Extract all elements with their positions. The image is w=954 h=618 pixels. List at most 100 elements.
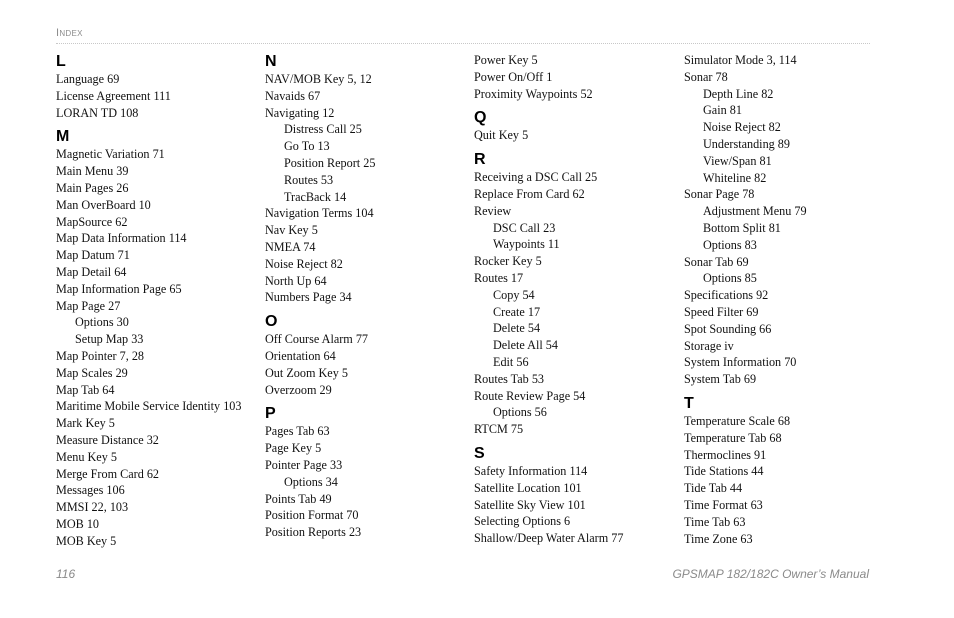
index-subentry: Options 85: [703, 271, 757, 286]
manual-title: GPSMAP 182/182C Owner’s Manual: [672, 567, 869, 581]
index-entry: Navigation Terms 104: [265, 206, 374, 221]
index-section-m: M Magnetic Variation 71 Main Menu 39 Main P…: [56, 127, 256, 549]
index-entry: Navigating 12: [265, 105, 335, 120]
index-entry: NMEA 74: [265, 239, 316, 254]
index-entry: RTCM 75: [474, 422, 524, 437]
index-entry: Numbers Page 34: [265, 290, 352, 305]
index-entry: Temperature Scale 68: [684, 413, 791, 428]
index-subentry: Adjustment Menu 79: [703, 204, 807, 219]
index-column-1: L Language 69 License Agreement 111 LORAN T…: [56, 52, 256, 550]
index-entry: Orientation 64: [265, 348, 336, 363]
index-entry: Sonar Page 78: [684, 187, 755, 202]
index-section-r: R Receiving a DSC Call 25 Replace From Car…: [474, 150, 674, 438]
index-entry: Noise Reject 82: [265, 256, 343, 271]
index-section-continued: Simulator Mode 3, 114 Sonar 78 Depth Line …: [684, 52, 884, 388]
section-letter-heading: P: [265, 405, 276, 423]
index-entry: Language 69: [56, 72, 120, 86]
index-entry: License Agreement 111: [56, 88, 171, 103]
index-entry: Temperature Tab 68: [684, 430, 782, 445]
index-entry: Routes Tab 53: [474, 371, 545, 386]
index-entry: Overzoom 29: [265, 382, 332, 397]
header-dotted-rule: [56, 43, 870, 44]
index-entry: Tide Tab 44: [684, 481, 743, 496]
index-entry: Measure Distance 32: [56, 432, 159, 447]
index-entry: Sonar 78: [684, 69, 728, 84]
index-subentry: Distress Call 25: [284, 122, 362, 137]
index-subentry: Noise Reject 82: [703, 120, 781, 135]
index-subentry: Copy 54: [493, 287, 535, 302]
index-entry: Review: [474, 203, 512, 218]
index-entry: Quit Key 5: [474, 128, 529, 143]
index-subentry: Routes 53: [284, 172, 334, 187]
section-letter-heading: Q: [474, 109, 487, 127]
index-section-p: P Pages Tab 63 Page Key 5 Pointer Page 33 Op…: [265, 404, 465, 541]
index-subentry: Go To 13: [284, 139, 330, 154]
index-section-s: S Safety Information 114 Satellite Locatio…: [474, 444, 674, 547]
section-letter-heading: N: [265, 53, 277, 70]
index-entry: Navaids 67: [265, 88, 321, 103]
index-subentry: Delete All 54: [493, 338, 558, 353]
index-subentry: DSC Call 23: [493, 220, 556, 235]
index-entry: Receiving a DSC Call 25: [474, 170, 598, 185]
index-entry: Thermoclines 91: [684, 447, 767, 462]
index-subentry: Options 56: [493, 405, 547, 420]
index-entry: Map Data Information 114: [56, 231, 187, 246]
index-entry: Route Review Page 54: [474, 388, 586, 403]
index-entry: Speed Filter 69: [684, 304, 759, 319]
section-letter-heading: L: [56, 53, 66, 70]
index-entry: System Tab 69: [684, 372, 757, 387]
index-subentry: Setup Map 33: [75, 332, 144, 347]
index-subentry: Understanding 89: [703, 136, 790, 151]
index-entry: Map Detail 64: [56, 264, 127, 279]
index-subentry: View/Span 81: [703, 153, 772, 168]
index-column-2: N NAV/MOB Key 5, 12 Navaids 67 Navigating 1…: [265, 52, 465, 541]
index-entry: Replace From Card 62: [474, 186, 585, 201]
index-entry: Simulator Mode 3, 114: [684, 53, 797, 67]
index-entry: Merge From Card 62: [56, 466, 160, 481]
index-entry: LORAN TD 108: [56, 105, 139, 120]
index-subentry: Options 30: [75, 315, 129, 330]
index-entry: Man OverBoard 10: [56, 197, 151, 212]
section-letter-heading: O: [265, 313, 278, 331]
index-entry: Pointer Page 33: [265, 457, 343, 472]
page-number: 116: [56, 567, 76, 581]
index-subentry: Options 34: [284, 474, 338, 489]
index-subentry: Options 83: [703, 237, 757, 252]
index-entry: Mark Key 5: [56, 416, 115, 431]
index-section-q: Q Quit Key 5: [474, 108, 674, 144]
index-entry: Position Format 70: [265, 508, 359, 523]
index-column-3: Power Key 5 Power On/Off 1 Proximity Waypo…: [474, 52, 674, 547]
index-entry: Routes 17: [474, 270, 524, 285]
index-subentry: Create 17: [493, 304, 541, 319]
section-letter-heading: R: [474, 151, 486, 169]
index-entry: Map Datum 71: [56, 248, 130, 263]
index-section-t: T Temperature Scale 68 Temperature Tab 68 T…: [684, 394, 884, 547]
index-entry: MapSource 62: [56, 214, 128, 229]
index-entry: Off Course Alarm 77: [265, 332, 369, 347]
index-subentry: Delete 54: [493, 321, 541, 336]
index-entry: Satellite Location 101: [474, 480, 582, 495]
index-section-continued: Power Key 5 Power On/Off 1 Proximity Waypo…: [474, 52, 674, 102]
index-entry: Points Tab 49: [265, 491, 332, 506]
index-subentry: Position Report 25: [284, 155, 376, 170]
section-letter-heading: T: [684, 394, 694, 412]
index-entry: Rocker Key 5: [474, 254, 542, 269]
index-entry: Main Pages 26: [56, 180, 129, 195]
index-entry: Page Key 5: [265, 441, 322, 456]
index-entry: Specifications 92: [684, 288, 769, 303]
index-entry: North Up 64: [265, 273, 327, 288]
index-subentry: Gain 81: [703, 103, 742, 118]
index-entry: Out Zoom Key 5: [265, 365, 348, 380]
index-entry: Menu Key 5: [56, 449, 117, 464]
index-entry: Selecting Options 6: [474, 514, 571, 529]
index-entry: Position Reports 23: [265, 525, 362, 540]
index-entry: NAV/MOB Key 5, 12: [265, 72, 372, 86]
index-subentry: Depth Line 82: [703, 86, 774, 101]
section-letter-heading: M: [56, 128, 70, 146]
index-entry: Time Format 63: [684, 497, 763, 512]
index-entry: Map Information Page 65: [56, 281, 182, 296]
index-entry: Nav Key 5: [265, 223, 318, 238]
index-entry: Storage iv: [684, 338, 734, 353]
index-subentry: Whiteline 82: [703, 170, 767, 185]
index-entry: Map Tab 64: [56, 382, 115, 397]
